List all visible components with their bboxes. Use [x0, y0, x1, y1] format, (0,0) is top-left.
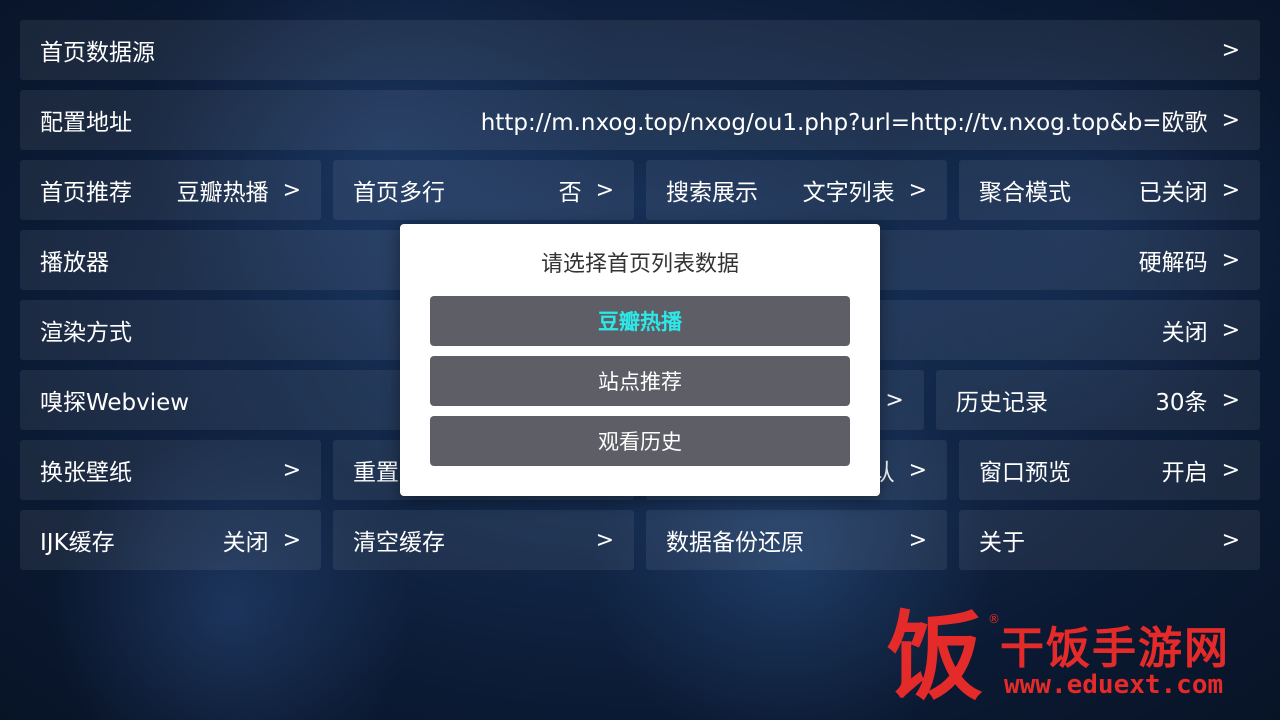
chevron-right-icon: >	[1221, 37, 1240, 63]
change-wallpaper-setting[interactable]: 换张壁纸 >	[20, 440, 321, 500]
dialog-option-watch-history[interactable]: 观看历史	[430, 416, 850, 466]
home-multirow-value: 否	[558, 180, 582, 206]
render-label: 渲染方式	[40, 320, 132, 346]
settings-row-8: IJK缓存 关闭 > 清空缓存 > 数据备份还原 > 关于 >	[20, 510, 1260, 570]
search-display-value: 文字列表	[802, 180, 895, 206]
home-multirow-label: 首页多行	[353, 180, 445, 206]
config-url-setting[interactable]: 配置地址 http://m.nxog.top/nxog/ou1.php?url=…	[20, 90, 1260, 150]
chevron-right-icon: >	[282, 177, 301, 203]
home-recommend-value: 豆瓣热播	[176, 180, 269, 206]
reset-label: 重置	[353, 460, 399, 486]
chevron-right-icon: >	[908, 457, 927, 483]
window-preview-label: 窗口预览	[979, 460, 1071, 486]
chevron-right-icon: >	[1221, 457, 1240, 483]
window-preview-setting[interactable]: 窗口预览 开启 >	[959, 440, 1260, 500]
dialog-option-douban-hot[interactable]: 豆瓣热播	[430, 296, 850, 346]
home-source-label: 首页数据源	[40, 40, 155, 66]
settings-row-home-source: 首页数据源 >	[20, 20, 1260, 80]
settings-row-config-url: 配置地址 http://m.nxog.top/nxog/ou1.php?url=…	[20, 90, 1260, 150]
player-label: 播放器	[40, 250, 109, 276]
config-url-value: http://m.nxog.top/nxog/ou1.php?url=http:…	[480, 110, 1208, 136]
ijk-cache-setting[interactable]: IJK缓存 关闭 >	[20, 510, 321, 570]
ijk-cache-label: IJK缓存	[40, 530, 115, 556]
chevron-right-icon: >	[1221, 107, 1240, 133]
chevron-right-icon: >	[885, 387, 904, 413]
aggregate-mode-value: 已关闭	[1138, 180, 1208, 206]
clear-cache-setting[interactable]: 清空缓存 >	[333, 510, 634, 570]
aggregate-mode-setting[interactable]: 聚合模式 已关闭 >	[959, 160, 1260, 220]
settings-row-3: 首页推荐 豆瓣热播 > 首页多行 否 > 搜索展示 文字列表 > 聚合模式 已关闭 >	[20, 160, 1260, 220]
aggregate-mode-label: 聚合模式	[979, 180, 1071, 206]
watermark-url: www.eduext.com	[1004, 670, 1224, 700]
search-display-label: 搜索展示	[666, 180, 758, 206]
watermark-name: 干饭手游网	[1000, 623, 1230, 674]
dialog-option-site-recommend[interactable]: 站点推荐	[430, 356, 850, 406]
dialog-title: 请选择首页列表数据	[540, 252, 739, 277]
sniff-webview-label: 嗅探Webview	[40, 390, 190, 416]
chevron-right-icon: >	[282, 457, 301, 483]
chevron-right-icon: >	[595, 527, 614, 553]
chevron-right-icon: >	[908, 527, 927, 553]
chevron-right-icon: >	[282, 527, 301, 553]
chevron-right-icon: >	[1221, 177, 1240, 203]
home-recommend-label: 首页推荐	[40, 180, 132, 206]
registered-mark: ®	[988, 612, 1000, 626]
chevron-right-icon: >	[1221, 527, 1240, 553]
about-label: 关于	[979, 530, 1025, 556]
change-wallpaper-label: 换张壁纸	[40, 460, 132, 486]
history-record-value: 30条	[1155, 390, 1208, 416]
chevron-right-icon: >	[595, 177, 614, 203]
home-source-setting[interactable]: 首页数据源 >	[20, 20, 1260, 80]
home-recommend-setting[interactable]: 首页推荐 豆瓣热播 >	[20, 160, 321, 220]
chevron-right-icon: >	[1221, 387, 1240, 413]
config-url-label: 配置地址	[40, 110, 132, 136]
window-preview-value: 开启	[1161, 460, 1208, 486]
render-value: 关闭	[1161, 320, 1208, 346]
player-value: 硬解码	[1138, 250, 1208, 276]
backup-restore-setting[interactable]: 数据备份还原 >	[646, 510, 947, 570]
chevron-right-icon: >	[908, 177, 927, 203]
clear-cache-label: 清空缓存	[353, 530, 445, 556]
history-record-setting[interactable]: 历史记录 30条 >	[935, 370, 1260, 430]
history-record-label: 历史记录	[955, 390, 1048, 416]
chevron-right-icon: >	[1221, 247, 1240, 273]
search-display-setting[interactable]: 搜索展示 文字列表 >	[646, 160, 947, 220]
home-list-data-dialog: 请选择首页列表数据 豆瓣热播 站点推荐 观看历史	[400, 224, 880, 496]
watermark-logo: 饭	[887, 601, 983, 713]
ijk-cache-value: 关闭	[222, 530, 269, 556]
site-watermark: 饭 ® 干饭手游网 www.eduext.com	[880, 604, 1260, 710]
home-multirow-setting[interactable]: 首页多行 否 >	[333, 160, 634, 220]
chevron-right-icon: >	[1221, 317, 1240, 343]
backup-restore-label: 数据备份还原	[666, 530, 804, 556]
about-setting[interactable]: 关于 >	[959, 510, 1260, 570]
